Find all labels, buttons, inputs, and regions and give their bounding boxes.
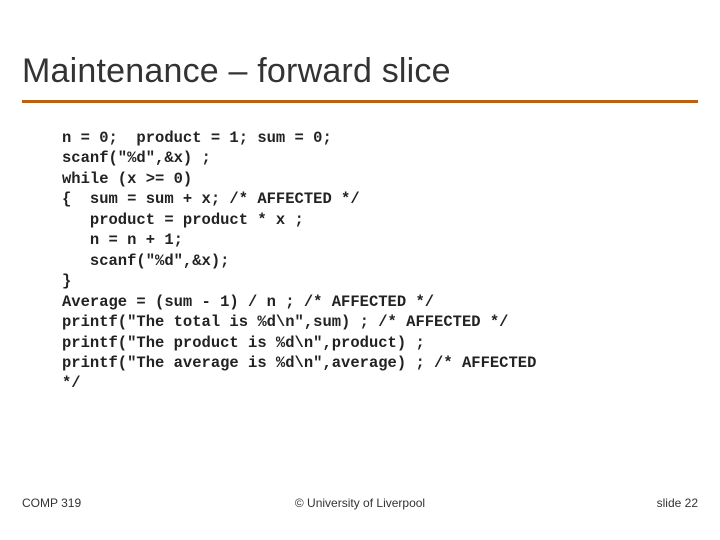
footer-copyright: © University of Liverpool — [0, 496, 720, 510]
slide: Maintenance – forward slice n = 0; produ… — [0, 0, 720, 540]
slide-title: Maintenance – forward slice — [22, 52, 451, 91]
footer-slide-number: slide 22 — [657, 496, 698, 510]
title-underline — [22, 100, 698, 103]
code-block: n = 0; product = 1; sum = 0; scanf("%d",… — [62, 128, 680, 394]
footer: COMP 319 © University of Liverpool slide… — [0, 496, 720, 512]
